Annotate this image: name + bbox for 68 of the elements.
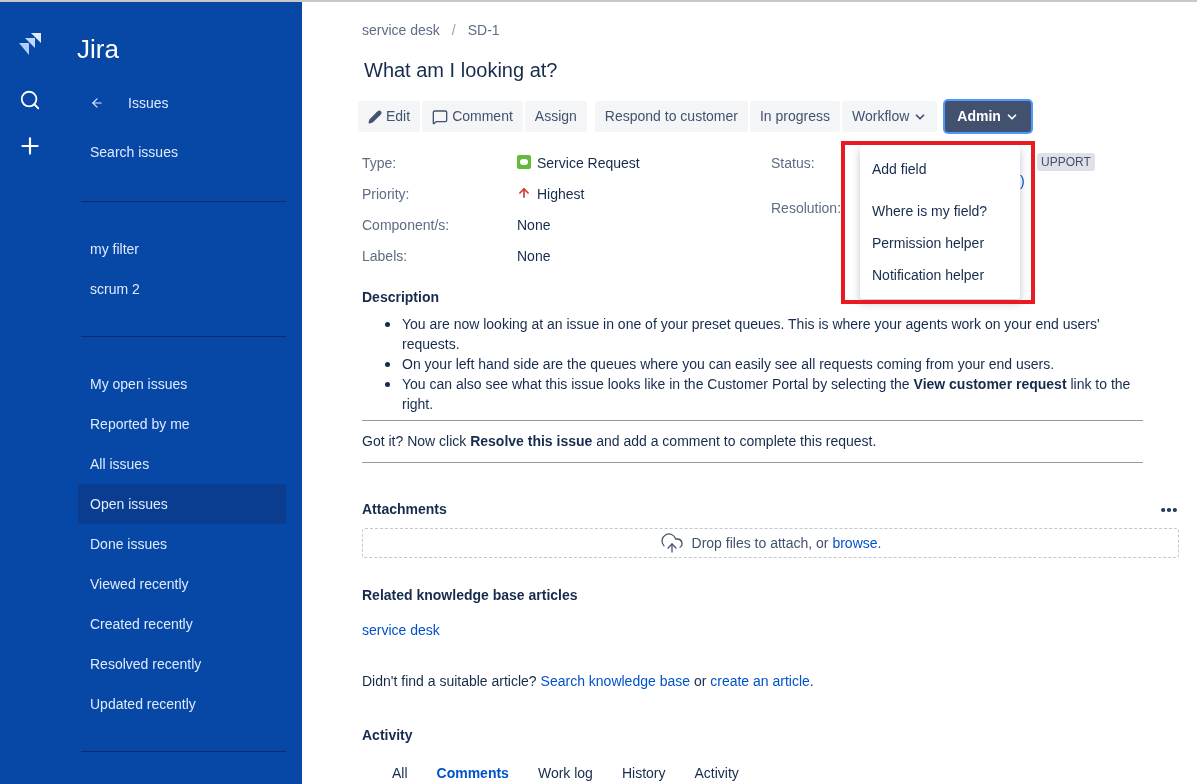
nav-item[interactable]: Search issues <box>90 142 286 163</box>
menu-item[interactable]: Permission helper <box>860 227 1020 259</box>
comment-icon <box>432 108 449 125</box>
nav-item[interactable]: Updated recently <box>60 684 286 724</box>
description-text: You can also see what this issue looks like in the Customer Portal by selecting the View customer request link to the right. <box>402 375 1132 414</box>
breadcrumb-link[interactable]: SD-1 <box>467 20 500 41</box>
field-value: Highest <box>537 185 585 204</box>
pencil-icon <box>368 109 382 124</box>
section-heading: Activity <box>362 726 414 745</box>
note-text: Got it? Now click Resolve this issue and add a comment to complete this request. <box>362 432 878 451</box>
cloud-upload-icon <box>659 531 684 555</box>
toolbar-button[interactable]: Workflow <box>841 101 938 132</box>
nav-item[interactable]: All issues <box>60 444 286 484</box>
nav-item[interactable]: Open issues <box>78 484 286 524</box>
field-label: Type: <box>362 154 398 173</box>
breadcrumb-separator: / <box>450 21 457 40</box>
field-label: Resolution: <box>771 199 842 218</box>
nav-item[interactable]: Done issues <box>60 524 286 564</box>
activity-tab[interactable]: Activity <box>694 763 739 784</box>
back-link[interactable]: Issues <box>128 92 169 114</box>
admin-button[interactable]: Admin <box>945 101 1031 132</box>
field-label: Status: <box>771 154 816 173</box>
app-name: Jira <box>77 33 120 66</box>
section-heading: Description <box>362 288 440 307</box>
nav-item[interactable]: my filter <box>60 229 286 269</box>
menu-item[interactable]: Add field <box>860 153 1020 185</box>
field-value: None <box>517 216 551 235</box>
nav-item[interactable]: Reported by me <box>60 404 286 444</box>
nav-item[interactable]: Resolved recently <box>60 644 286 684</box>
nav-item[interactable]: Viewed recently <box>60 564 286 604</box>
description-text: On your left hand side are the queues where you can easily see all requests coming from your end users. <box>402 355 1055 374</box>
field-label: Labels: <box>362 247 409 266</box>
logo-icon[interactable] <box>17 31 43 57</box>
nav-item[interactable]: Created recently <box>60 604 286 644</box>
article-link[interactable]: service desk <box>362 620 440 641</box>
drop-zone[interactable]: Drop files to attach, or browse. <box>362 528 1179 558</box>
activity-tab[interactable]: History <box>621 763 666 784</box>
link[interactable]: create an article <box>710 673 810 689</box>
section-heading: Related knowledge base articles <box>362 586 579 605</box>
link[interactable]: Search knowledge base <box>540 673 690 689</box>
status-text: ) <box>1020 172 1025 191</box>
link[interactable]: browse. <box>832 534 882 551</box>
toolbar-button[interactable]: Edit <box>358 101 421 132</box>
menu-item[interactable]: Notification helper <box>860 259 1020 291</box>
breadcrumb-link[interactable]: service desk <box>362 20 440 41</box>
issue-title: What am I looking at? <box>364 58 559 83</box>
service-request-icon <box>517 155 531 169</box>
nav-item[interactable]: scrum 2 <box>60 269 286 309</box>
toolbar-button[interactable]: Comment <box>422 101 523 132</box>
section-heading: Attachments <box>362 500 447 519</box>
nav-item[interactable]: My open issues <box>60 364 286 404</box>
toolbar-button[interactable]: Assign <box>524 101 587 132</box>
search-icon[interactable] <box>19 89 41 111</box>
activity-tab[interactable]: Work log <box>537 763 593 784</box>
toolbar-button[interactable]: Respond to customer <box>594 101 748 132</box>
status-lozenge: UPPORT <box>1037 153 1095 171</box>
field-value: None <box>517 247 551 266</box>
field-label: Priority: <box>362 185 411 204</box>
description-text: You are now looking at an issue in one of your preset queues. This is where your agents work on your end users' requests. <box>402 315 1101 354</box>
activity-tab[interactable]: Comments <box>436 763 509 784</box>
activity-tab[interactable]: All <box>392 763 408 784</box>
back-icon[interactable] <box>90 96 104 110</box>
field-label: Component/s: <box>362 216 451 235</box>
menu-item[interactable]: Where is my field? <box>860 195 1020 227</box>
field-value: Service Request <box>537 154 640 173</box>
help-text: Didn't find a suitable article? Search knowledge base or create an article. <box>362 673 814 689</box>
drop-text: Drop files to attach, or browse. <box>691 533 882 553</box>
toolbar-button[interactable]: In progress <box>749 101 840 132</box>
